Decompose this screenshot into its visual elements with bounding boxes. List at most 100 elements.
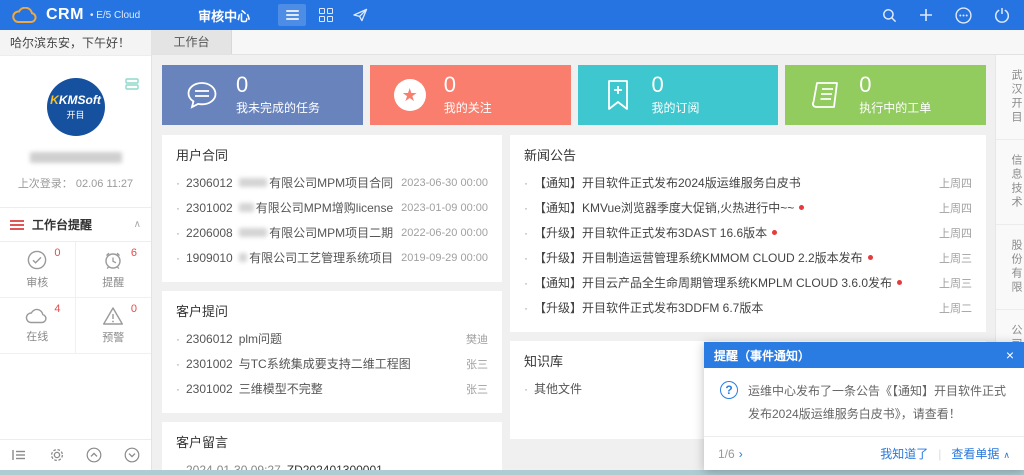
question-author: 张三	[458, 381, 488, 397]
close-icon[interactable]: ×	[1006, 347, 1014, 363]
news-when: 上周三	[931, 275, 972, 291]
news-row[interactable]: · 【通知】KMVue浏览器季度大促销,火热进行中~~ 上周四	[524, 195, 972, 220]
last-login: 上次登录： 02.06 11:27	[0, 175, 151, 191]
view-document-button[interactable]: 查看单据∧	[951, 445, 1010, 462]
send-icon[interactable]	[346, 4, 374, 26]
contract-code: 2206008	[186, 226, 233, 240]
contract-text: 有限公司MPM增购license	[256, 199, 393, 216]
news-text: 【通知】开目软件正式发布2024版运维服务白皮书	[534, 174, 801, 191]
search-icon[interactable]	[882, 8, 897, 23]
card-my-subscriptions[interactable]: 0 我的订阅	[578, 65, 779, 125]
contract-row[interactable]: · 2206008 有限公司MPM项目二期 2022-06-20 00:00	[176, 220, 488, 245]
reminder-title: 工作台提醒	[32, 216, 92, 233]
tile-count: 0	[54, 247, 60, 259]
reminder-tiles: 0 审核 6 提醒 4 在线 0 预警	[0, 242, 151, 354]
news-text: 【通知】开目云产品全生命周期管理系统KMPLM CLOUD 3.6.0发布	[534, 274, 892, 291]
news-row[interactable]: · 【升级】开目制造运营管理系统KMMOM CLOUD 2.2版本发布 上周三	[524, 245, 972, 270]
news-row[interactable]: · 【升级】开目软件正式发布3DDFM 6.7版本 上周二	[524, 295, 972, 320]
contract-row[interactable]: · 2301002 有限公司MPM增购license 2023-01-09 00…	[176, 195, 488, 220]
contract-date: 2023-01-09 00:00	[393, 202, 488, 214]
menu-icon[interactable]	[278, 4, 306, 26]
question-row[interactable]: · 2301002 三维模型不完整 张三	[176, 376, 488, 401]
tile-online[interactable]: 4 在线	[0, 298, 76, 354]
card-active-work-orders[interactable]: 0 执行中的工单	[785, 65, 986, 125]
news-when: 上周四	[931, 225, 972, 241]
unread-dot	[868, 255, 873, 260]
news-row[interactable]: · 【升级】开目软件正式发布3DAST 16.6版本 上周四	[524, 220, 972, 245]
pager-next-icon[interactable]: ›	[739, 447, 743, 461]
top-header: CRM • E/5 Cloud 审核中心	[0, 0, 1024, 30]
panel-title: 新闻公告	[524, 145, 972, 164]
question-row[interactable]: · 2306012 plm问题 樊迪	[176, 326, 488, 351]
question-text: plm问题	[239, 330, 282, 347]
popup-message: 运维中心发布了一条公告《【通知】开目软件正式发布2024版运维服务白皮书》，请查…	[748, 380, 1008, 436]
news-row[interactable]: · 【通知】开目云产品全生命周期管理系统KMPLM CLOUD 3.6.0发布 …	[524, 270, 972, 295]
sidebar-bottom-toolbar	[0, 439, 151, 470]
contracts-panel: 用户合同 · 2306012 有限公司MPM项目合同 2023-06-30 00…	[162, 135, 502, 282]
tile-count: 0	[131, 303, 137, 315]
news-row[interactable]: · 【通知】开目软件正式发布2024版运维服务白皮书 上周四	[524, 170, 972, 195]
tile-label: 提醒	[102, 274, 124, 290]
card-my-follows[interactable]: ★ 0 我的关注	[370, 65, 571, 125]
rail-tab-company-2[interactable]: 信息技术	[996, 140, 1024, 225]
contract-date: 2022-06-20 00:00	[393, 227, 488, 239]
contract-row[interactable]: · 2306012 有限公司MPM项目合同 2023-06-30 00:00	[176, 170, 488, 195]
card-label: 我未完成的任务	[236, 99, 320, 116]
question-code: 2306012	[186, 332, 233, 346]
tab-workbench[interactable]: 工作台	[152, 30, 232, 54]
layout-toggle-icon[interactable]	[125, 78, 139, 90]
tile-reminder[interactable]: 6 提醒	[76, 242, 152, 298]
plus-icon[interactable]	[919, 8, 933, 22]
star-icon: ★	[390, 79, 430, 111]
panel-title: 用户合同	[176, 145, 488, 164]
news-when: 上周二	[931, 300, 972, 316]
knowledge-text: 其他文件	[534, 380, 582, 397]
username-redacted	[30, 152, 122, 163]
contract-text: 有限公司MPM项目合同	[269, 174, 393, 191]
tile-warning[interactable]: 0 预警	[76, 298, 152, 354]
collapse-down-icon[interactable]	[124, 447, 140, 463]
contract-row[interactable]: · 1909010 有限公司工艺管理系统项目 2019-09-29 00:00	[176, 245, 488, 270]
collapse-up-icon[interactable]	[86, 447, 102, 463]
question-circle-icon: ?	[720, 381, 738, 399]
contract-code: 1909010	[186, 251, 233, 265]
rail-tab-company-3[interactable]: 股份有限	[996, 225, 1024, 310]
rail-tab-company-1[interactable]: 武汉开目	[996, 55, 1024, 140]
workbench-reminder-panel: 工作台提醒 ∧ 0 审核 6 提醒 4 在线	[0, 207, 151, 354]
redacted-company	[239, 203, 254, 212]
check-circle-icon	[26, 249, 48, 271]
app-title: CRM	[46, 6, 84, 24]
gear-icon[interactable]	[49, 447, 65, 463]
card-unfinished-tasks[interactable]: 0 我未完成的任务	[162, 65, 363, 125]
card-count: 0	[444, 74, 492, 96]
company-logo: KKMSoft 开目	[47, 78, 105, 136]
apps-grid-icon[interactable]	[312, 4, 340, 26]
nav-audit-center[interactable]: 审核中心	[198, 6, 250, 25]
unread-dot	[799, 205, 804, 210]
cloud-icon	[25, 307, 49, 325]
power-icon[interactable]	[994, 7, 1010, 23]
tab-bar: 工作台	[152, 30, 1024, 55]
tile-count: 6	[131, 247, 137, 259]
profile-card: KKMSoft 开目 上次登录： 02.06 11:27	[0, 56, 151, 191]
panel-list-icon[interactable]	[11, 448, 27, 462]
card-label: 我的关注	[444, 99, 492, 116]
more-icon[interactable]	[955, 7, 972, 24]
question-author: 樊迪	[458, 331, 488, 347]
crm-dashboard: CRM • E/5 Cloud 审核中心 哈尔滨东安，下午	[0, 0, 1024, 475]
reminder-header[interactable]: 工作台提醒 ∧	[0, 208, 151, 242]
popup-body: ? 运维中心发布了一条公告《【通知】开目软件正式发布2024版运维服务白皮书》，…	[704, 368, 1024, 436]
question-text: 与TC系统集成要支持二维工程图	[239, 355, 411, 372]
question-row[interactable]: · 2301002 与TC系统集成要支持二维工程图 张三	[176, 351, 488, 376]
redacted-company	[239, 253, 247, 262]
popup-pager: 1/6	[718, 447, 735, 461]
popup-footer: 1/6 › 我知道了 | 查看单据∧	[704, 436, 1024, 470]
panel-title: 客户留言	[176, 432, 488, 451]
question-code: 2301002	[186, 382, 233, 396]
news-when: 上周三	[931, 250, 972, 266]
tile-audit[interactable]: 0 审核	[0, 242, 76, 298]
chevron-up-icon[interactable]: ∧	[134, 219, 141, 230]
panel-title: 客户提问	[176, 301, 488, 320]
acknowledge-button[interactable]: 我知道了	[880, 445, 928, 462]
popup-header: 提醒（事件通知） ×	[704, 342, 1024, 368]
